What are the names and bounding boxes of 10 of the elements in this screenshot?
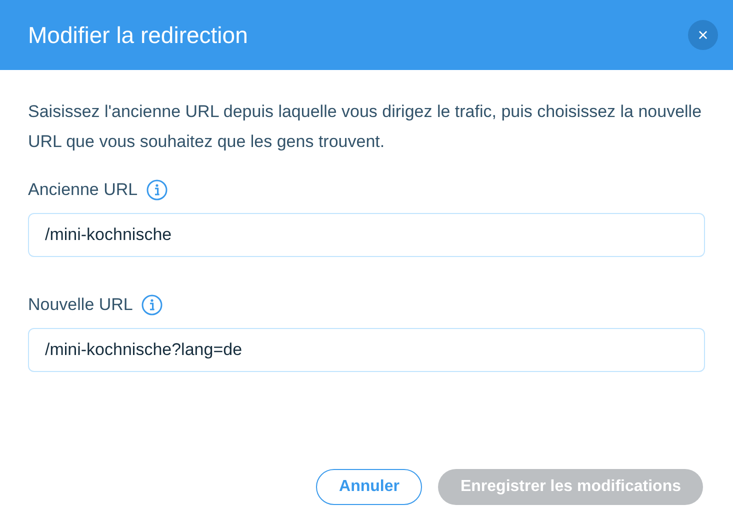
description: Saisissez l'ancienne URL depuis laquelle vous dirigez le trafic, puis choisissez la nouvelle URL que vous souhaitez que les gens trouvent. [28,101,703,153]
cancel-button[interactable]: Annuler [316,469,422,505]
close-button[interactable]: × [688,20,718,50]
url-field[interactable]: /mini-kochnische?lang=de [28,328,705,372]
dialog-title: Modifier la redirection [28,20,248,50]
field-label: Nouvelle URL [28,294,133,316]
field-label: Ancienne URL [28,179,138,202]
url-field[interactable]: /mini-kochnische [28,213,705,257]
info-icon[interactable] [140,294,163,316]
info-icon[interactable] [146,179,168,201]
